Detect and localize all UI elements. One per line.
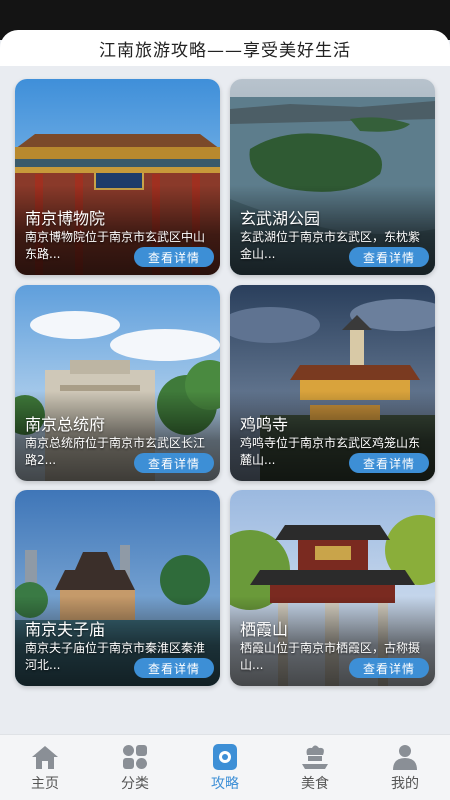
tab-guide[interactable]: 攻略 [180, 735, 270, 800]
view-details-button[interactable]: 查看详情 [134, 453, 214, 473]
tab-label: 我的 [391, 775, 419, 792]
tab-label: 美食 [301, 775, 329, 792]
home-icon [32, 745, 58, 769]
view-details-button[interactable]: 查看详情 [349, 247, 429, 267]
tab-label: 攻略 [211, 775, 239, 792]
tab-category[interactable]: 分类 [90, 735, 180, 800]
attraction-card-jiming-temple[interactable]: 鸡鸣寺 鸡鸣寺位于南京市玄武区鸡笼山东麓山... 查看详情 [230, 285, 435, 481]
card-title: 鸡鸣寺 [240, 415, 289, 434]
view-details-button[interactable]: 查看详情 [349, 658, 429, 678]
user-icon [393, 744, 417, 770]
attraction-card-qixia-mountain[interactable]: 栖霞山 栖霞山位于南京市栖霞区，古称摄山... 查看详情 [230, 490, 435, 686]
tab-food[interactable]: 美食 [270, 735, 360, 800]
attraction-card-xuanwu-lake[interactable]: 玄武湖公园 玄武湖位于南京市玄武区，东枕紫金山... 查看详情 [230, 79, 435, 275]
view-details-button[interactable]: 查看详情 [349, 453, 429, 473]
card-title: 南京夫子庙 [25, 620, 106, 639]
tab-label: 主页 [31, 775, 59, 792]
view-details-button[interactable]: 查看详情 [134, 247, 214, 267]
guide-icon [213, 743, 237, 770]
attraction-grid: 南京博物院 南京博物院位于南京市玄武区中山东路... 查看详情 玄武湖公园 玄武… [0, 66, 450, 734]
category-icon [123, 744, 147, 769]
food-icon [302, 745, 328, 769]
tab-home[interactable]: 主页 [0, 735, 90, 800]
card-title: 玄武湖公园 [240, 209, 321, 228]
tab-mine[interactable]: 我的 [360, 735, 450, 800]
attraction-card-nanjing-museum[interactable]: 南京博物院 南京博物院位于南京市玄武区中山东路... 查看详情 [15, 79, 220, 275]
card-title: 南京总统府 [25, 415, 106, 434]
card-title: 南京博物院 [25, 209, 106, 228]
attraction-card-confucius-temple[interactable]: 南京夫子庙 南京夫子庙位于南京市秦淮区秦淮河北... 查看详情 [15, 490, 220, 686]
card-title: 栖霞山 [240, 620, 289, 639]
bottom-tab-bar: 主页 分类 攻略 美食 我的 [0, 734, 450, 800]
view-details-button[interactable]: 查看详情 [134, 658, 214, 678]
app-screen: 江南旅游攻略——享受美好生活 南京博物院 南京博物院位于南京市玄武区中山东路..… [0, 0, 450, 800]
page-header: 江南旅游攻略——享受美好生活 [0, 30, 450, 66]
attraction-card-presidential-palace[interactable]: 南京总统府 南京总统府位于南京市玄武区长江路2... 查看详情 [15, 285, 220, 481]
page-title: 江南旅游攻略——享受美好生活 [99, 40, 351, 61]
tab-label: 分类 [121, 775, 149, 792]
